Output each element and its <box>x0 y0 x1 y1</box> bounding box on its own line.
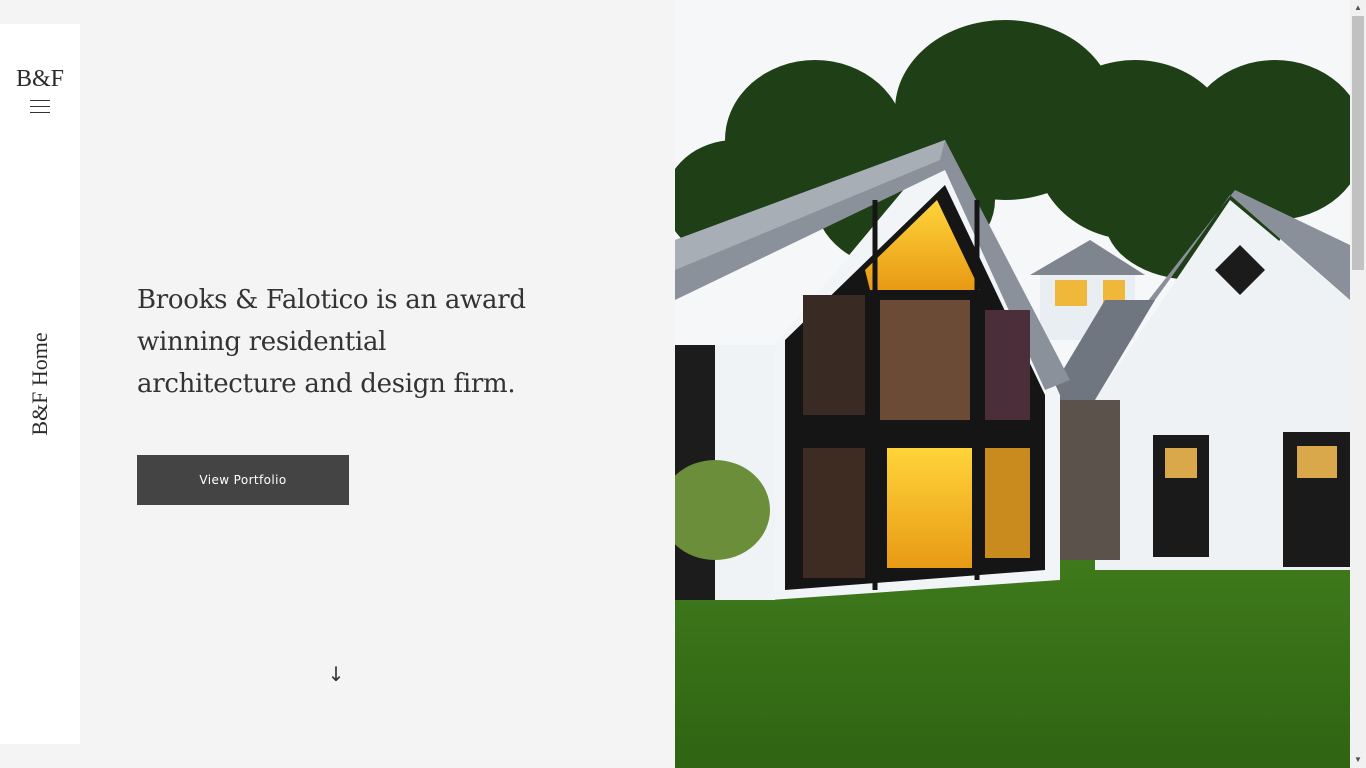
hero-image <box>675 0 1350 768</box>
scrollbar-thumb[interactable] <box>1352 16 1364 270</box>
scroll-down-icon[interactable]: ▼ <box>1350 752 1366 768</box>
hero-headline: Brooks & Falotico is an award winning re… <box>137 285 526 399</box>
view-portfolio-button[interactable]: View Portfolio <box>137 455 349 505</box>
scrollbar[interactable]: ▲ ▼ <box>1350 0 1366 768</box>
arrow-down-icon[interactable]: ↓ <box>327 662 345 686</box>
section-label: B&F Home <box>27 332 52 436</box>
sidebar: B&F B&F Home <box>0 24 80 744</box>
scroll-up-icon[interactable]: ▲ <box>1350 0 1366 16</box>
menu-icon[interactable] <box>30 100 50 114</box>
logo[interactable]: B&F <box>0 66 80 93</box>
